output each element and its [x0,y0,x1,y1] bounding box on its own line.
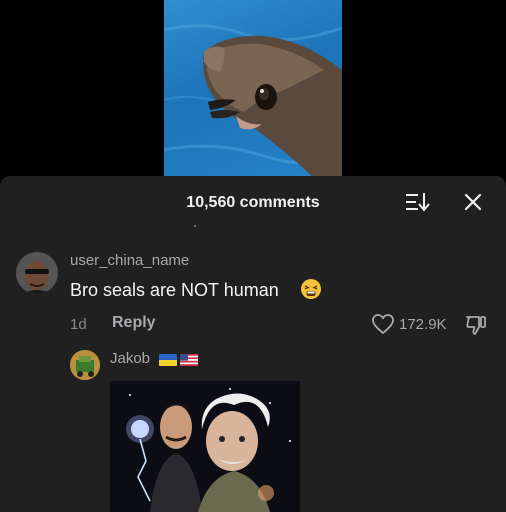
heart-icon[interactable] [371,313,395,335]
tired-face-emoji [301,279,321,299]
seal-image [164,24,342,178]
comments-header: 10,560 comments [0,176,506,228]
ukraine-flag-icon [159,354,177,366]
comment-text: Bro seals are NOT human [70,280,279,300]
like-count: 172.9K [399,316,447,333]
reply-username[interactable]: Jakob [110,350,150,367]
comment-time: 1d [70,316,87,333]
comments-sheet: 10,560 comments user_china_name Bro seal… [0,176,506,512]
close-icon[interactable] [461,190,485,214]
comment-username[interactable]: user_china_name [70,252,189,269]
reply-image[interactable] [110,381,300,512]
usa-flag-icon [180,354,198,366]
reply-avatar[interactable] [70,350,100,380]
video-player[interactable] [164,0,342,178]
reply-avatar-image [70,350,100,380]
caricature-image [110,381,300,512]
dislike-icon[interactable] [464,313,488,337]
user-avatar-image [16,252,58,294]
loading-dot [194,225,196,227]
sort-icon[interactable] [405,191,431,213]
reply-button[interactable]: Reply [112,314,156,332]
avatar[interactable] [16,252,58,294]
